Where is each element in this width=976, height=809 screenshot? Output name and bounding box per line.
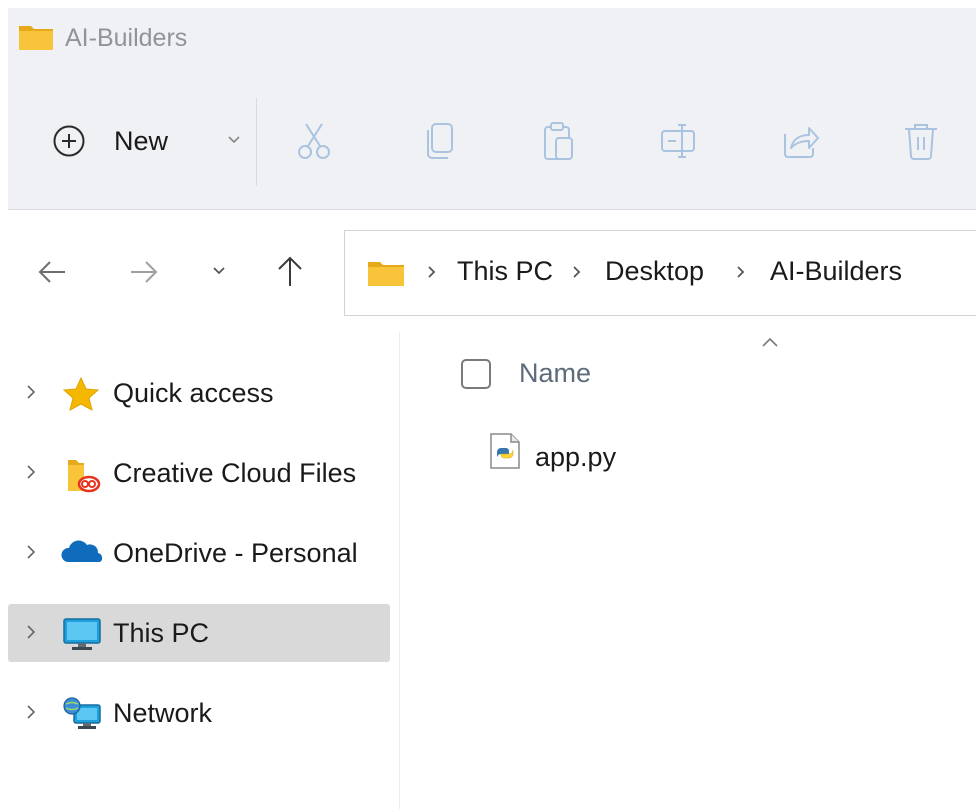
breadcrumb-desktop[interactable]: Desktop — [605, 256, 704, 287]
nav-label: Network — [113, 698, 213, 728]
address-row: This PC Desktop AI-Builders — [0, 210, 976, 332]
chevron-right-icon[interactable] — [26, 704, 36, 720]
select-all-checkbox[interactable] — [461, 359, 491, 389]
back-arrow-icon[interactable] — [36, 256, 68, 288]
chevron-right-icon[interactable] — [736, 265, 746, 279]
chevron-right-icon[interactable] — [572, 265, 582, 279]
nav-item-this-pc[interactable]: This PC — [8, 604, 390, 662]
nav-item-onedrive[interactable]: OneDrive - Personal — [8, 524, 390, 582]
file-name: app.py — [535, 442, 617, 472]
creative-cloud-folder-icon — [68, 460, 101, 493]
new-button-label: New — [114, 126, 169, 156]
new-button[interactable]: New — [44, 106, 240, 176]
window-title: AI-Builders — [65, 24, 188, 52]
file-explorer-window: AI-Builders New This PC Desktop AI-Build… — [0, 0, 976, 809]
chevron-right-icon[interactable] — [26, 544, 36, 560]
folder-icon — [19, 26, 53, 50]
chevron-right-icon[interactable] — [26, 624, 36, 640]
paste-icon[interactable] — [537, 120, 579, 162]
share-icon[interactable] — [779, 120, 821, 162]
chevron-down-icon — [228, 136, 240, 144]
recent-locations-chevron-icon[interactable] — [212, 266, 226, 276]
file-row[interactable]: app.py — [440, 428, 940, 490]
star-icon — [62, 376, 100, 411]
chevron-right-icon[interactable] — [26, 464, 36, 480]
copy-icon[interactable] — [420, 120, 462, 162]
nav-item-creative-cloud-files[interactable]: Creative Cloud Files — [8, 444, 390, 502]
breadcrumb-this-pc[interactable]: This PC — [457, 256, 553, 287]
address-bar[interactable]: This PC Desktop AI-Builders — [344, 230, 976, 316]
delete-icon[interactable] — [900, 120, 942, 162]
cut-icon[interactable] — [293, 120, 335, 162]
toolbar-separator — [256, 98, 257, 186]
title-bar: AI-Builders — [8, 8, 976, 70]
navigation-pane: Quick access Creative Cloud Files OneDri… — [0, 332, 400, 809]
plus-circle-icon — [53, 125, 85, 157]
folder-icon — [368, 262, 404, 286]
chevron-right-icon[interactable] — [427, 265, 437, 279]
nav-label: OneDrive - Personal — [113, 538, 358, 568]
column-header-name[interactable]: Name — [519, 358, 591, 389]
nav-label: Quick access — [113, 378, 274, 408]
onedrive-cloud-icon — [61, 540, 103, 562]
nav-label: Creative Cloud Files — [113, 458, 357, 488]
network-icon — [63, 697, 101, 729]
rename-icon[interactable] — [658, 120, 700, 162]
nav-item-quick-access[interactable]: Quick access — [8, 364, 390, 422]
nav-label: This PC — [113, 618, 210, 648]
sort-ascending-icon — [762, 337, 778, 347]
forward-arrow-icon[interactable] — [128, 256, 160, 288]
chevron-right-icon[interactable] — [26, 384, 36, 400]
breadcrumb-ai-builders[interactable]: AI-Builders — [770, 256, 902, 287]
monitor-icon — [63, 618, 101, 650]
nav-item-network[interactable]: Network — [8, 684, 390, 742]
python-file-icon — [490, 433, 520, 469]
command-bar: New — [8, 70, 976, 210]
up-arrow-icon[interactable] — [274, 254, 306, 288]
